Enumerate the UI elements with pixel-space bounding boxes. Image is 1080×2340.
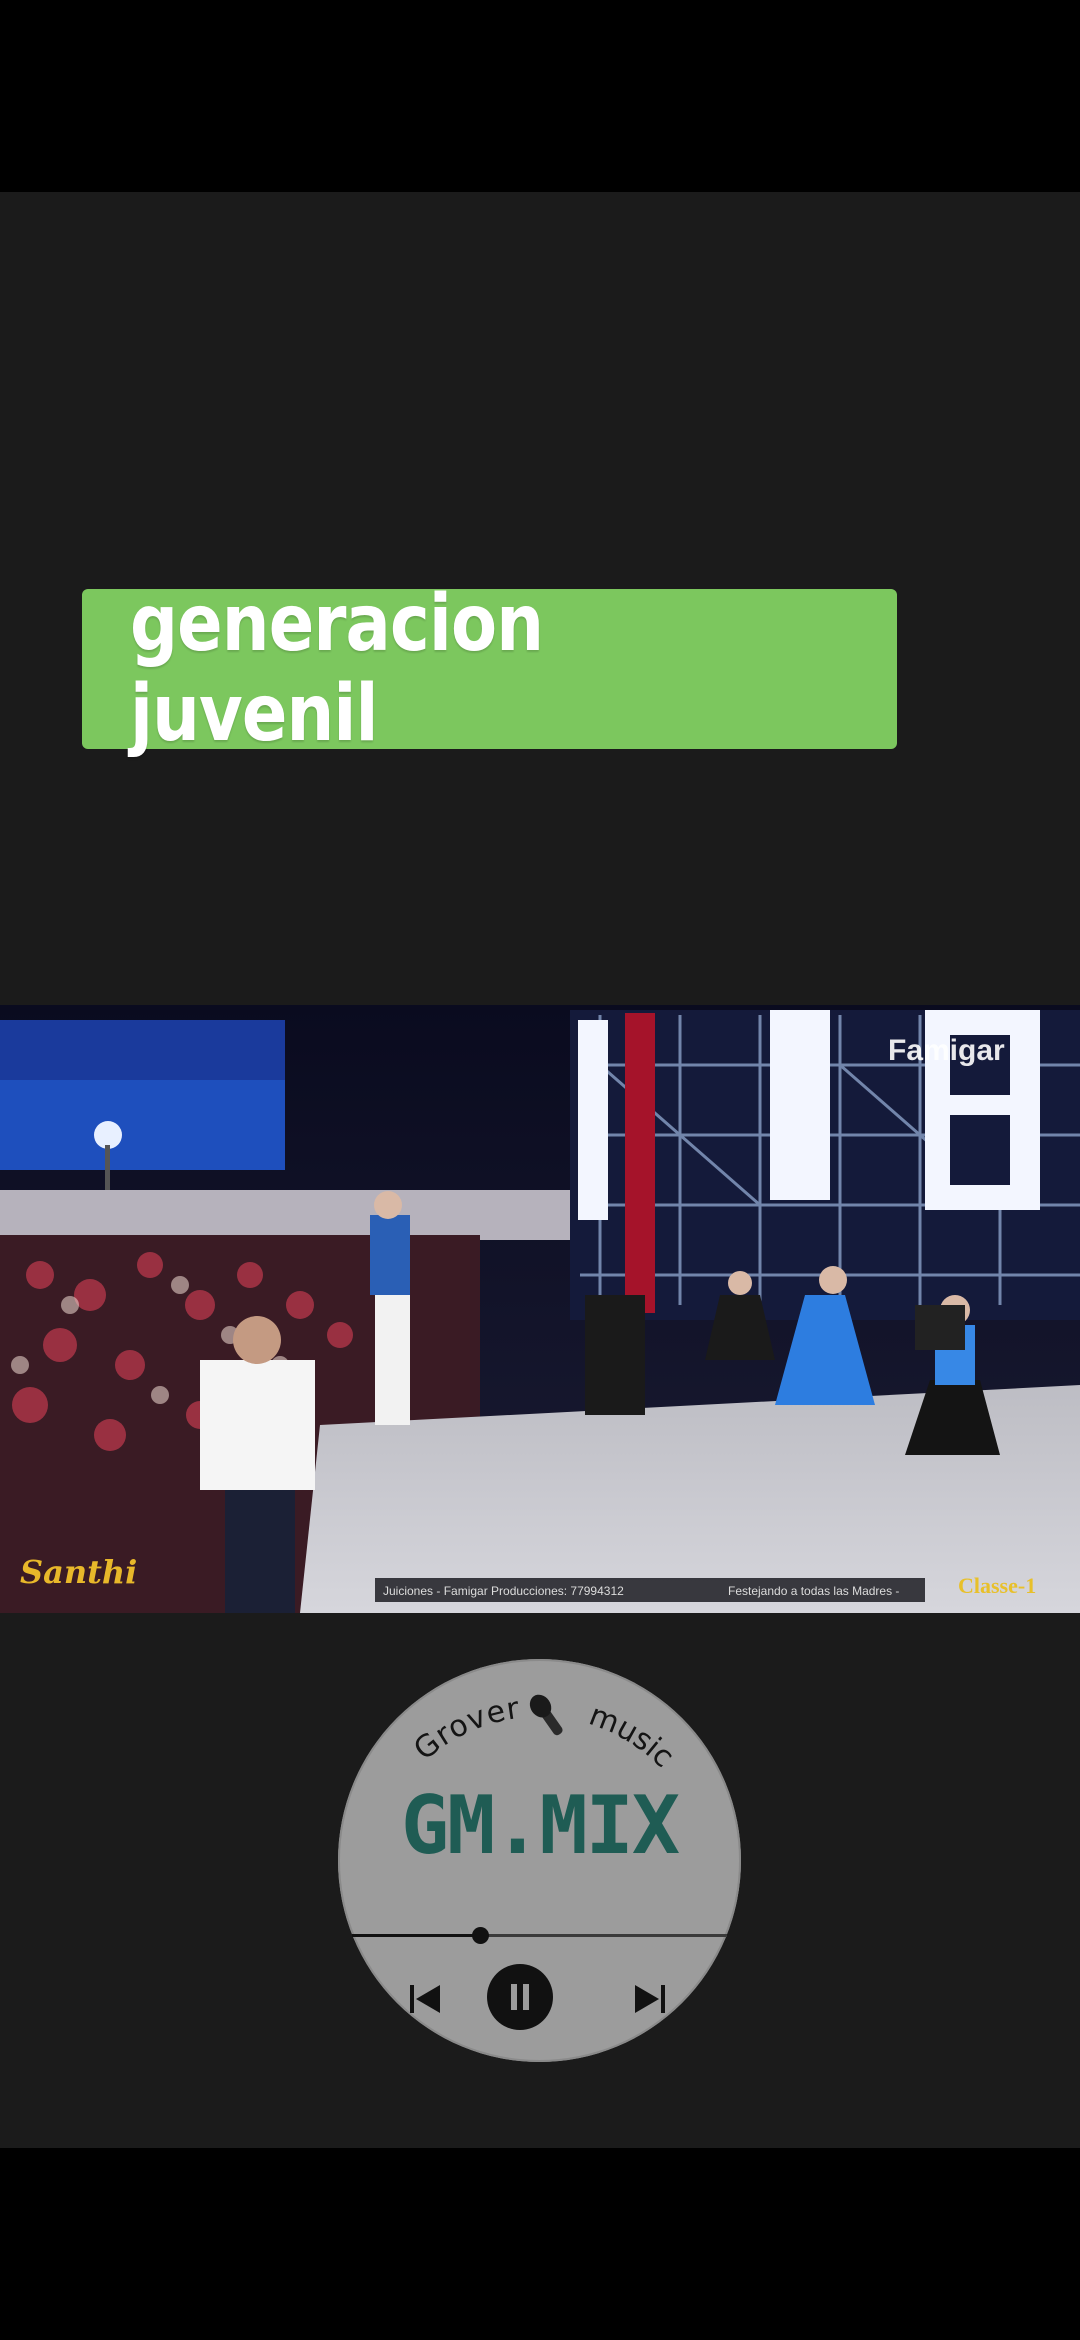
skip-previous-icon (410, 1985, 440, 2013)
title-banner: generacion juvenil (82, 579, 897, 759)
brand-top-text: Grover (407, 1691, 521, 1768)
title-text: generacion juvenil (130, 579, 544, 759)
bottom-black-bar (0, 2148, 1080, 2340)
video-frame[interactable]: Juiciones - Famigar Producciones: 779943… (0, 1005, 1080, 1613)
skip-next-icon (635, 1985, 665, 2013)
top-black-bar (0, 0, 1080, 192)
brand-top-right-text: music (584, 1698, 680, 1775)
santhi-logo: Santhi (20, 1553, 137, 1591)
pause-button[interactable] (487, 1964, 553, 2030)
famigar-watermark: Famigar (888, 1034, 1005, 1067)
svg-text:music: music (584, 1698, 680, 1775)
classe-logo: Classe-1 (958, 1573, 1036, 1598)
brand-main-text: GM.MIX (401, 1779, 680, 1872)
video-scene: Juiciones - Famigar Producciones: 779943… (0, 1005, 1080, 1613)
progress-bar[interactable] (352, 1927, 727, 1944)
microphone-icon (529, 1694, 563, 1736)
music-player-disc: Grover music GM.MIX (338, 1659, 741, 2062)
previous-button[interactable] (408, 1982, 444, 2016)
progress-thumb[interactable] (471, 1927, 489, 1944)
next-button[interactable] (631, 1982, 667, 2016)
svg-text:Grover: Grover (407, 1691, 522, 1768)
ticker-right: Festejando a todas las Madres - (728, 1584, 899, 1598)
pause-icon (511, 1984, 529, 2010)
progress-fill (352, 1934, 480, 1937)
ticker-left: Juiciones - Famigar Producciones: 779943… (383, 1584, 624, 1598)
